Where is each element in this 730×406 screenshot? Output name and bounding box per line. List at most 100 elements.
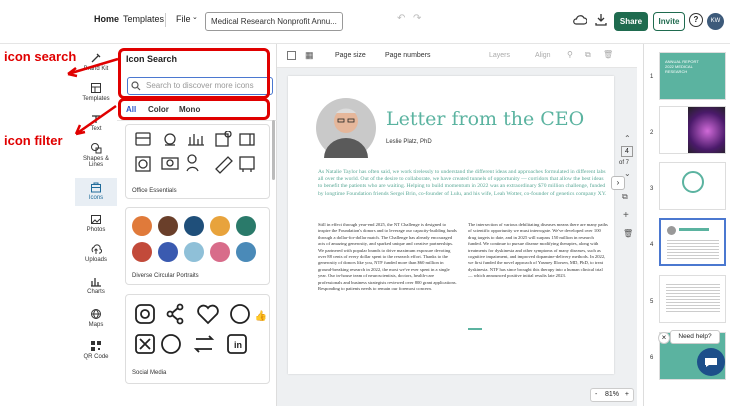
copy-page-icon[interactable]: ⧉ — [622, 192, 628, 202]
divider — [117, 120, 277, 121]
sidebar-item-maps[interactable]: Maps — [75, 308, 117, 332]
help-icon[interactable]: ? — [689, 13, 703, 27]
ceo-name[interactable]: Leslie Platz, PhD — [386, 139, 432, 145]
arrow-icon — [67, 57, 119, 78]
thumb-number: 6 — [650, 355, 654, 361]
document-page[interactable]: Letter from the CEO Leslie Platz, PhD As… — [288, 76, 614, 374]
svg-text:in: in — [234, 340, 242, 350]
icon-filter-annotation: icon filter — [4, 133, 63, 148]
svg-text:👍: 👍 — [255, 309, 266, 322]
qr-code-icon — [91, 341, 101, 351]
sidebar-item-uploads[interactable]: Uploads — [75, 244, 117, 268]
sidebar-item-label: Shapes & Lines — [82, 156, 110, 168]
avatar[interactable]: KW — [707, 13, 724, 30]
sidebar-item-qr-code[interactable]: QR Code — [75, 340, 117, 364]
redo-icon[interactable]: ↷ — [413, 13, 421, 24]
chevron-down-icon: ⌄ — [192, 14, 198, 21]
search-highlight-box — [118, 48, 270, 99]
close-help-button[interactable]: × — [658, 332, 670, 344]
page-size-button[interactable]: Page size — [335, 52, 366, 59]
charts-icon — [91, 278, 101, 287]
page-count: of 7 — [619, 160, 630, 166]
expand-thumbs-button[interactable]: › — [611, 176, 625, 190]
sidebar-item-icons[interactable]: Icons — [75, 178, 117, 206]
home-link[interactable]: Home — [94, 14, 119, 24]
grid-icon[interactable]: ▦ — [305, 50, 314, 61]
globe-icon — [91, 309, 101, 320]
page-numbers-button[interactable]: Page numbers — [385, 52, 431, 59]
thumb-number: 3 — [650, 186, 654, 192]
sidebar-item-charts[interactable]: Charts — [75, 276, 117, 300]
accent-line — [468, 328, 482, 330]
document-name-input[interactable]: Medical Research Nonprofit Annu... — [205, 12, 343, 31]
thumb-page-5[interactable] — [659, 275, 726, 323]
chat-icon — [705, 358, 717, 367]
sidebar-item-label: Uploads — [84, 257, 107, 263]
thumb-page-4[interactable] — [659, 218, 726, 266]
zoom-level: 81% — [604, 391, 619, 398]
delete-page-icon[interactable]: 🗑 — [623, 229, 633, 238]
cloud-icon — [573, 15, 587, 25]
upload-icon — [91, 244, 102, 254]
copy-icon[interactable]: ⧉ — [585, 50, 591, 60]
icon-set-card[interactable]: Diverse Circular Portraits — [125, 207, 270, 285]
align-button[interactable]: Align — [535, 52, 551, 59]
undo-icon[interactable]: ↶ — [397, 13, 405, 24]
thumb-number: 2 — [650, 130, 654, 136]
sidebar-item-label: Charts — [87, 289, 105, 295]
social-media-preview: 👍 in — [135, 303, 266, 354]
page-title[interactable]: Letter from the CEO — [386, 108, 584, 130]
thumb-page-3[interactable] — [659, 162, 726, 210]
card-label: Office Essentials — [132, 188, 177, 194]
page-nav: ⌃ 4 of 7 ⌄ ⧉ + 🗑 — [616, 130, 640, 250]
need-help-label[interactable]: Need help? — [670, 330, 720, 344]
zoom-out-button[interactable]: - — [595, 389, 597, 401]
card-label: Diverse Circular Portraits — [132, 273, 199, 279]
layers-button[interactable]: Layers — [489, 52, 510, 59]
icon-set-card[interactable]: Office Essentials — [125, 124, 270, 199]
sidebar-item-label: Icons — [88, 195, 104, 201]
thumb-number: 5 — [650, 299, 654, 305]
left-sidebar: Brand Kit Templates Text Shapes & Lines … — [75, 44, 117, 406]
lead-paragraph[interactable]: As Natalie Taylor has often said, we wor… — [318, 169, 608, 198]
sidebar-item-label: QR Code — [83, 354, 109, 360]
zoom-control[interactable]: - 81% + — [590, 388, 634, 402]
body-column-1[interactable]: Still in effect through year-end 2025, t… — [318, 222, 458, 292]
card-label: Social Media — [132, 370, 167, 376]
lock-icon[interactable]: ⚲ — [567, 50, 573, 59]
sidebar-item-shapes[interactable]: Shapes & Lines — [75, 142, 117, 172]
chat-button[interactable] — [697, 348, 725, 376]
zoom-in-button[interactable]: + — [625, 389, 629, 401]
invite-button[interactable]: Invite — [653, 12, 685, 31]
icon-set-card[interactable]: 👍 in Social Media — [125, 294, 270, 384]
sidebar-item-photos[interactable]: Photos — [75, 214, 117, 238]
sidebar-item-label: Photos — [86, 227, 106, 233]
ceo-photo — [316, 98, 376, 158]
thumb-number: 1 — [650, 74, 654, 80]
thumb-title: ANNUAL REPORT 2022 MEDICAL RESEARCH — [665, 59, 699, 74]
page-number-input[interactable]: 4 — [621, 146, 633, 157]
shapes-icon — [91, 143, 102, 154]
templates-icon — [91, 83, 101, 93]
add-page-icon[interactable]: + — [623, 210, 629, 221]
body-column-2[interactable]: The intersection of various debilitating… — [468, 222, 608, 280]
portraits-preview — [132, 216, 256, 262]
checkbox[interactable] — [287, 51, 296, 60]
thumb-number: 4 — [650, 242, 654, 248]
arrow-icon — [74, 104, 117, 136]
icons-icon — [91, 182, 101, 193]
chevron-up-icon[interactable]: ⌃ — [624, 134, 631, 143]
panel-scrollbar[interactable] — [272, 120, 275, 180]
office-icons-preview — [135, 131, 255, 174]
chevron-down-icon[interactable]: ⌄ — [624, 169, 631, 178]
thumb-page-1[interactable]: ANNUAL REPORT 2022 MEDICAL RESEARCH — [659, 52, 726, 100]
divider — [165, 13, 166, 27]
download-icon[interactable] — [595, 13, 607, 26]
templates-menu[interactable]: Templates — [123, 14, 164, 24]
sidebar-item-label: Maps — [88, 322, 104, 328]
share-button[interactable]: Share — [614, 12, 648, 31]
trash-icon[interactable]: 🗑 — [603, 50, 613, 59]
file-menu[interactable]: File — [176, 14, 191, 24]
page-toolbar: ▦ Page size Page numbers Layers Align ⚲ … — [277, 44, 637, 68]
thumb-page-2[interactable] — [659, 106, 726, 154]
